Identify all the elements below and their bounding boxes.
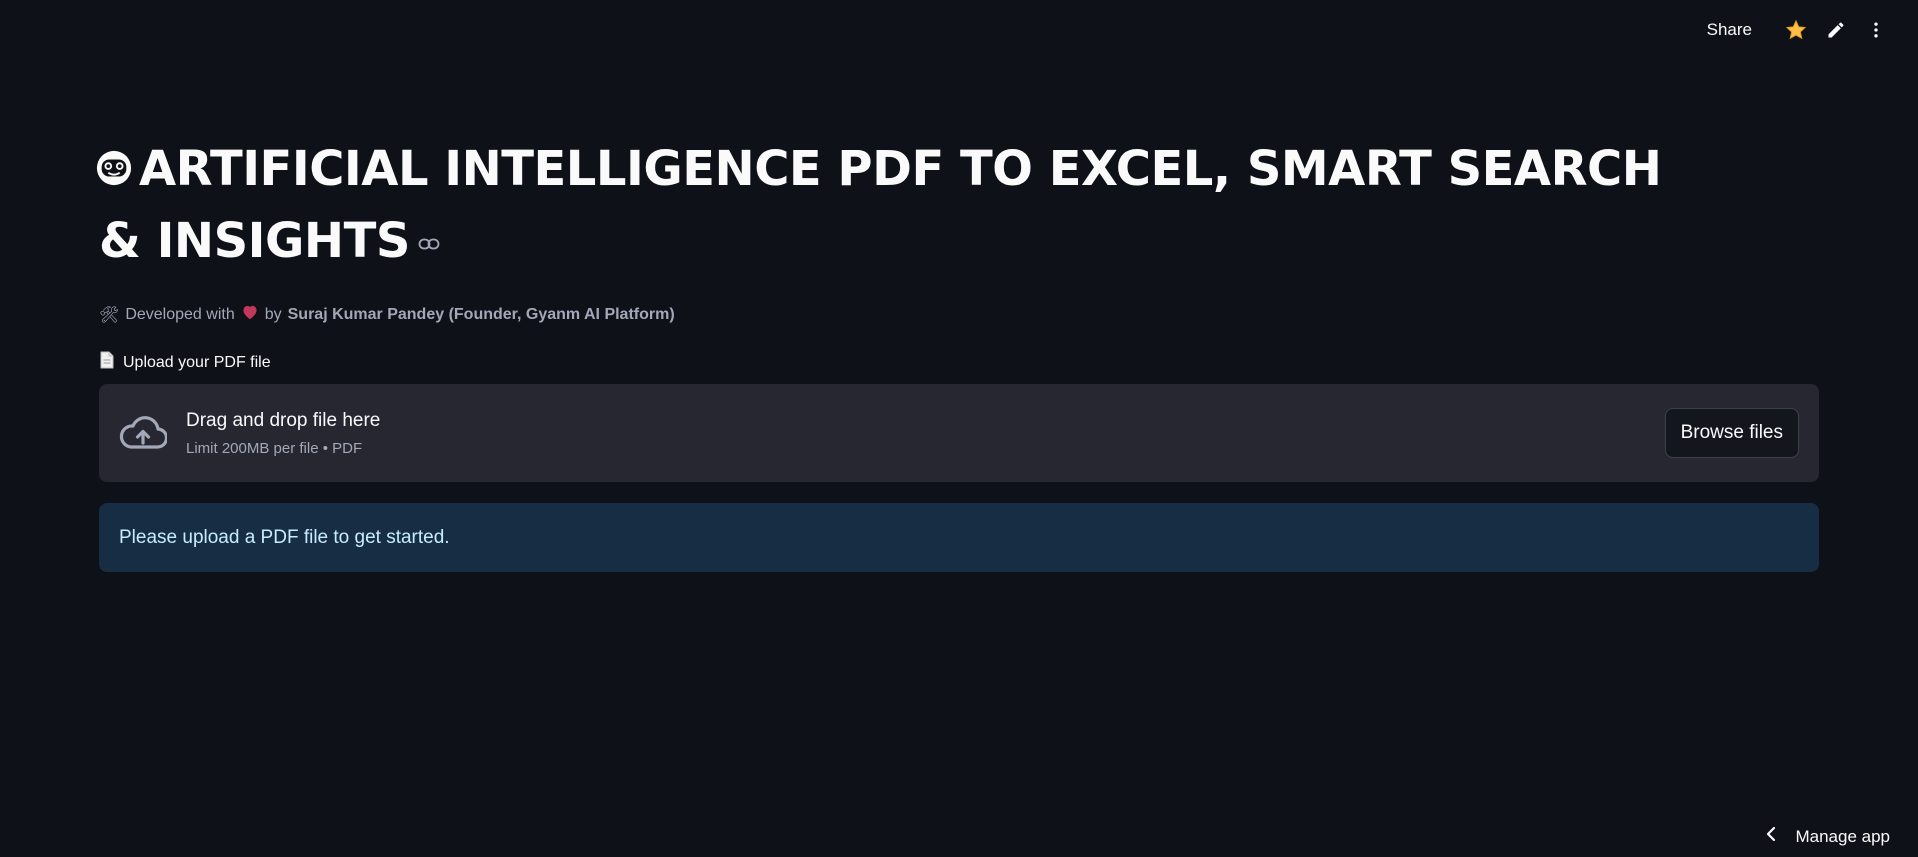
cloud-upload-icon [119, 413, 169, 453]
page-icon [99, 351, 115, 374]
page-title-text: ARTIFICIAL INTELLIGENCE PDF TO EXCEL, SM… [99, 141, 1662, 269]
more-vertical-icon[interactable] [1856, 10, 1896, 50]
manage-app-label: Manage app [1795, 826, 1890, 846]
top-toolbar: Share [1697, 0, 1918, 60]
credit-by: by [264, 305, 282, 323]
link-icon[interactable] [418, 202, 440, 268]
drop-instructions: Drag and drop file here [186, 409, 381, 431]
chevron-left-icon [1765, 826, 1777, 847]
file-limit-text: Limit 200MB per file • PDF [186, 439, 363, 457]
author-name: Suraj Kumar Pandey (Founder, Gyanm AI Pl… [287, 305, 675, 323]
star-icon[interactable] [1776, 10, 1816, 50]
file-dropzone[interactable]: Drag and drop file here Limit 200MB per … [99, 384, 1819, 482]
browse-files-button[interactable]: Browse files [1664, 408, 1799, 458]
share-button[interactable]: Share [1697, 12, 1762, 48]
dropzone-text: Drag and drop file here Limit 200MB per … [186, 410, 380, 457]
robot-face-icon [95, 138, 133, 186]
page-title: ARTIFICIAL INTELLIGENCE PDF TO EXCEL, SM… [96, 136, 1699, 274]
info-alert: Please upload a PDF file to get started. [99, 503, 1819, 572]
credit-prefix: Developed with [125, 305, 235, 323]
developer-credit: 🛠 Developed with by Suraj Kumar Pandey (… [99, 304, 1819, 325]
main-content: ARTIFICIAL INTELLIGENCE PDF TO EXCEL, SM… [96, 136, 1819, 572]
upload-label: Upload your PDF file [99, 351, 1819, 374]
manage-app-button[interactable]: Manage app [1765, 826, 1890, 847]
info-message: Please upload a PDF file to get started. [119, 526, 450, 548]
pencil-icon[interactable] [1816, 10, 1856, 50]
upload-label-text: Upload your PDF file [123, 353, 271, 371]
hammer-wrench-icon: 🛠 [99, 306, 120, 324]
heart-icon [241, 304, 259, 325]
